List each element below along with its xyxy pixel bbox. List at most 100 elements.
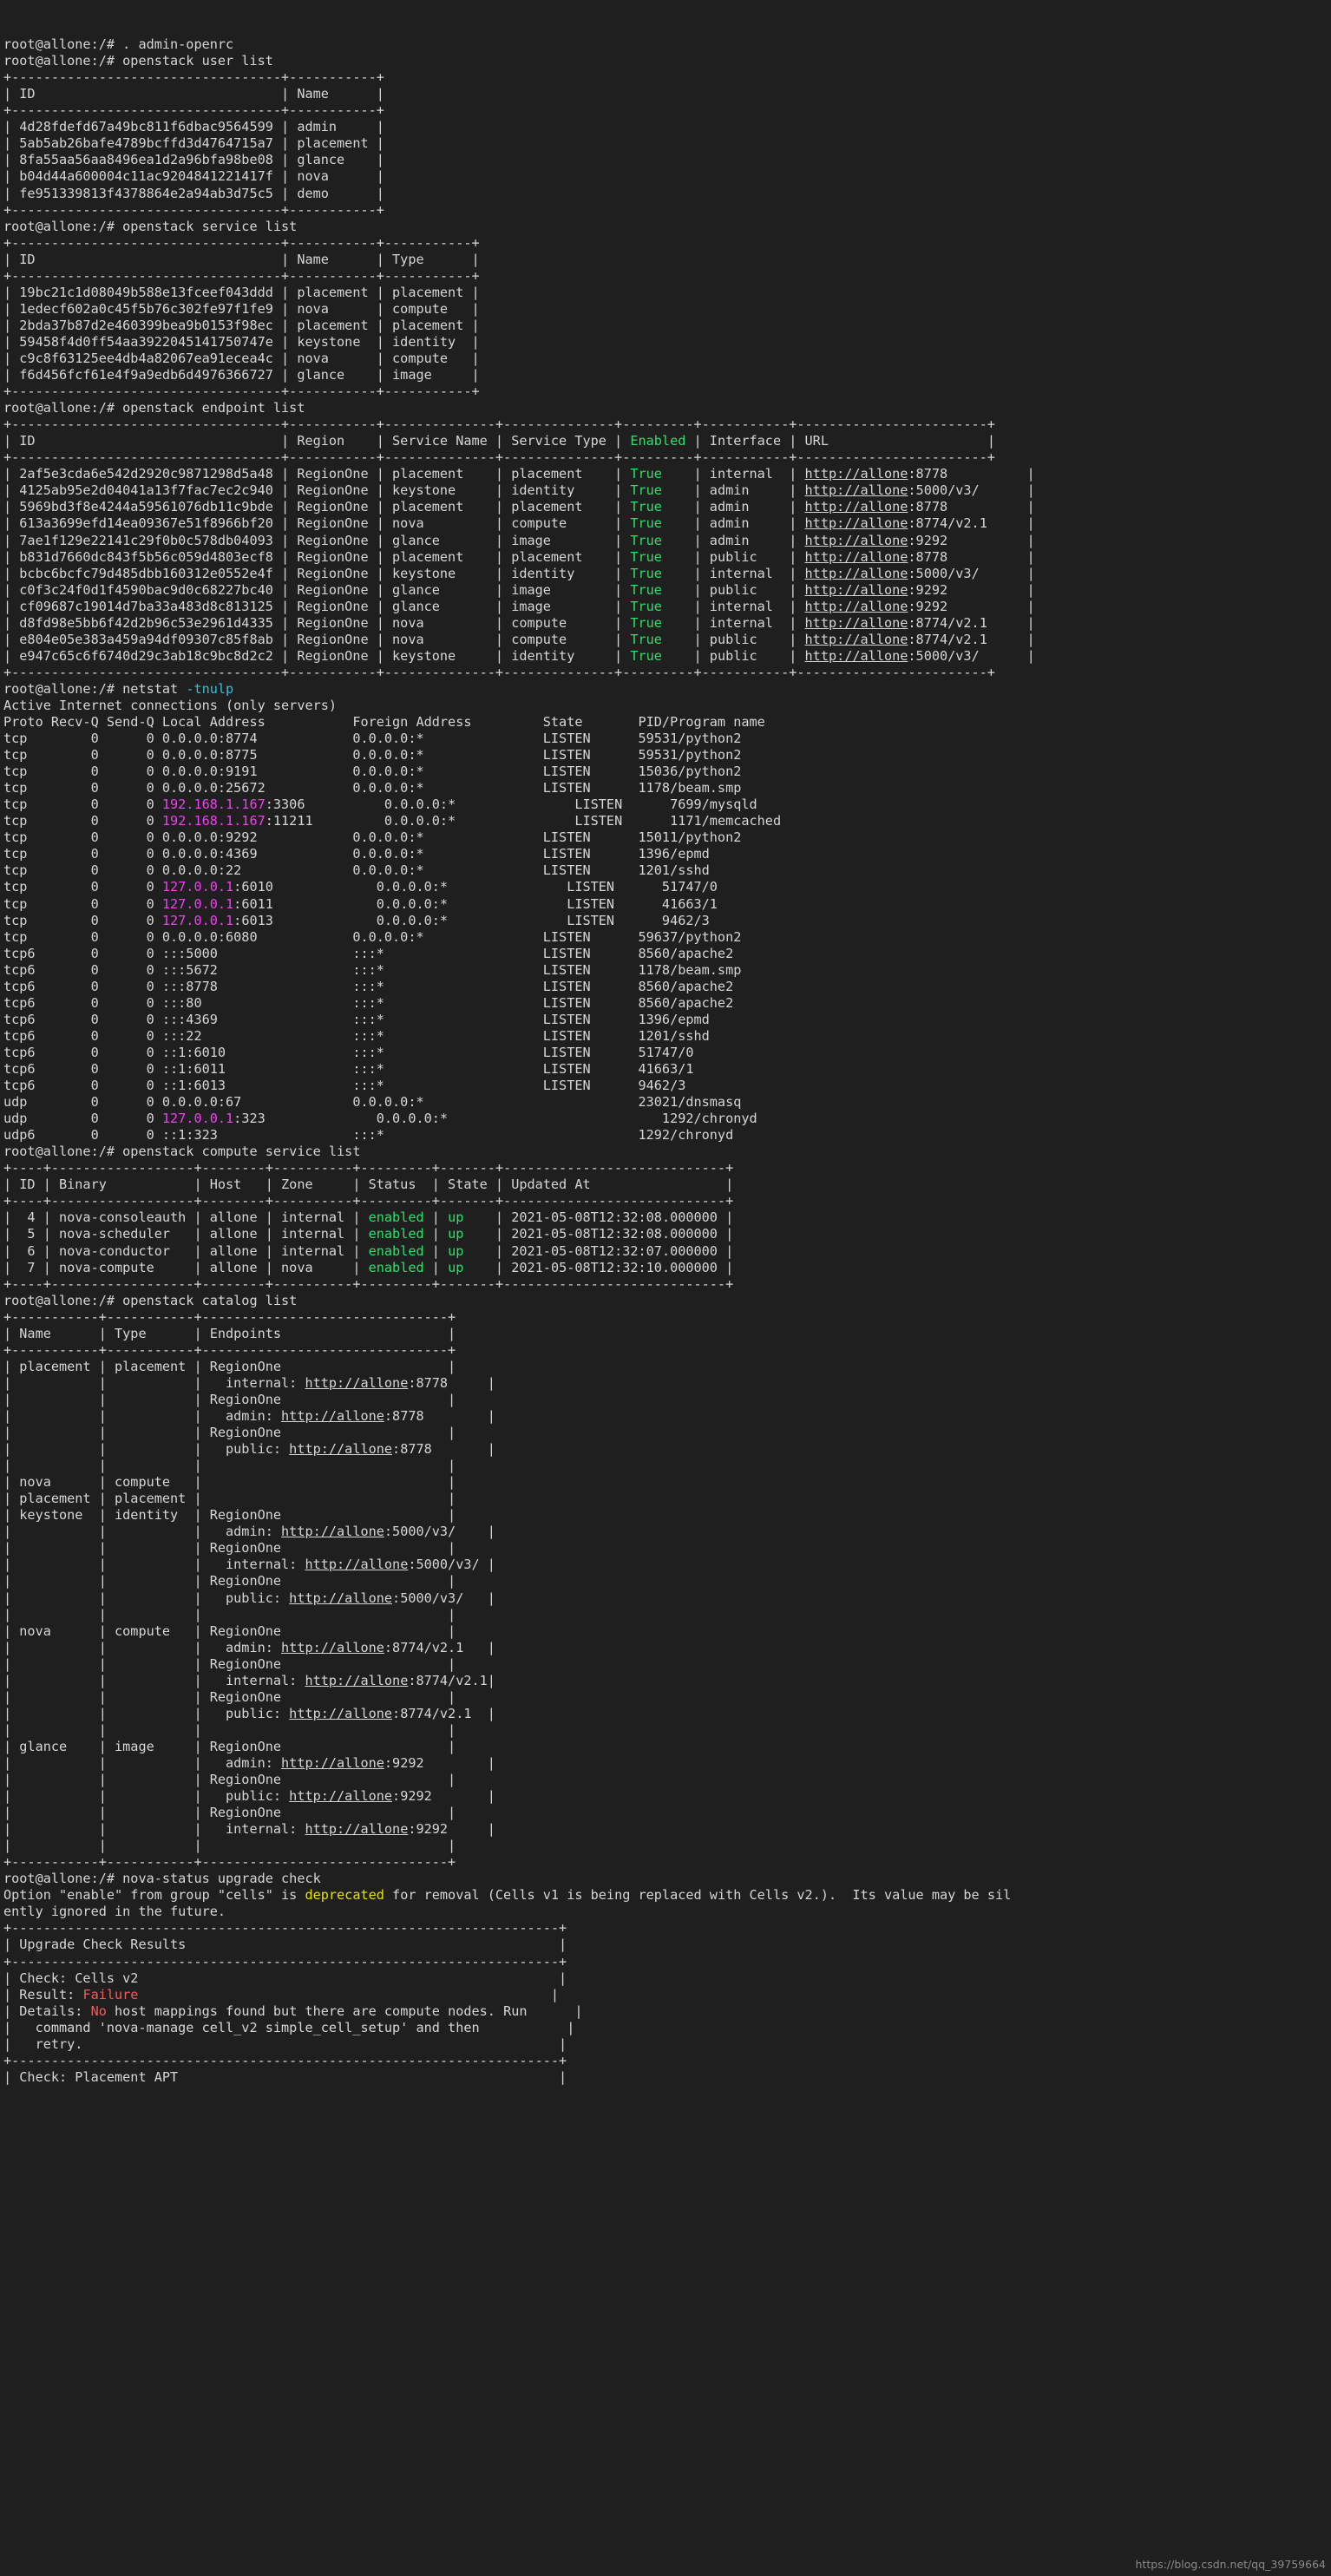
terminal-text: tcp 0 0 0.0.0.0:8774 0.0.0.0:* LISTEN 59… [3, 731, 742, 747]
terminal-text: | 59458f4d0ff54aa3922045141750747e | key… [3, 333, 480, 350]
terminal-text: tcp6 0 0 :::5000 :::* LISTEN 8560/apache… [3, 945, 734, 961]
endpoint-url[interactable]: http://allone [281, 1408, 384, 1424]
terminal-line: root@allone:/# openstack catalog list [3, 1293, 1331, 1309]
terminal-text: root@allone:/# [3, 680, 123, 697]
endpoint-url[interactable]: http://allone [805, 566, 908, 581]
endpoint-url[interactable]: http://allone [289, 1441, 392, 1457]
endpoint-url[interactable]: http://allone [805, 499, 908, 515]
terminal-text: | | | public: [3, 1788, 290, 1805]
terminal-line: | c9c8f63125ee4db4a82067ea91ecea4c | nov… [3, 351, 1331, 367]
terminal-line: | 1edecf602a0c45f5b76c302fe97f1fe9 | nov… [3, 301, 1331, 318]
terminal-text: | 6 | nova-conductor | allone | internal… [3, 1242, 369, 1259]
terminal-text: Option "enable" from group "cells" is [3, 1887, 305, 1904]
endpoint-url[interactable]: http://allone [289, 1590, 392, 1606]
terminal-line: +----+------------------+--------+------… [3, 1193, 1331, 1209]
terminal-line: | | | public: http://allone:5000/v3/ | [3, 1590, 1331, 1607]
terminal-text: :8774/v2.1 | [384, 1639, 495, 1655]
terminal-line: tcp 0 0 0.0.0.0:6080 0.0.0.0:* LISTEN 59… [3, 929, 1331, 946]
endpoint-url[interactable]: http://allone [805, 482, 908, 498]
terminal-line: | | | | [3, 1722, 1331, 1739]
terminal-line: | 7ae1f129e22141c29f0b0c578db04093 | Reg… [3, 533, 1331, 549]
terminal-line: tcp6 0 0 :::22 :::* LISTEN 1201/sshd [3, 1028, 1331, 1045]
terminal-text: | [423, 1259, 449, 1275]
terminal-text: 127.0.0.1 [161, 1111, 234, 1127]
terminal-text: +---------------------------------------… [3, 2052, 567, 2068]
terminal-line: tcp 0 0 0.0.0.0:25672 0.0.0.0:* LISTEN 1… [3, 780, 1331, 796]
endpoint-url[interactable]: http://allone [805, 533, 908, 548]
terminal-text: | | | public: [3, 1590, 290, 1606]
endpoint-url[interactable]: http://allone [805, 515, 908, 531]
terminal-line: +----------------------------------+----… [3, 202, 1331, 219]
endpoint-url[interactable]: http://allone [281, 1755, 384, 1771]
terminal-text: +-----------+-----------+---------------… [3, 1308, 456, 1325]
terminal-line: +---------------------------------------… [3, 1954, 1331, 1970]
terminal-line: | retry. | [3, 2036, 1331, 2053]
terminal-text: :323 0.0.0.0:* 1292/chronyd [233, 1111, 757, 1127]
endpoint-url[interactable]: http://allone [805, 632, 908, 647]
terminal-text: | public | [661, 581, 805, 598]
terminal-line: | Check: Cells v2 | [3, 1970, 1331, 1987]
terminal-line: | 5969bd3f8e4244a59561076db11c9bde | Reg… [3, 499, 1331, 515]
terminal-line: | | | RegionOne | [3, 1689, 1331, 1706]
terminal-text: nova-status upgrade check [122, 1871, 321, 1887]
endpoint-url[interactable]: http://allone [305, 1673, 408, 1688]
terminal-text: | admin | [661, 499, 805, 515]
terminal-text: | admin | [661, 515, 805, 532]
terminal-line: | e804e05e383a459a94df09307c85f8ab | Reg… [3, 632, 1331, 648]
terminal-line: +----------------------------------+----… [3, 383, 1331, 400]
terminal-text: -tnulp [186, 680, 234, 697]
terminal-text: up [448, 1242, 464, 1259]
terminal-text: | 2af5e3cda6e542d2920c9871298d5a48 | Reg… [3, 466, 631, 482]
endpoint-url[interactable]: http://allone [289, 1788, 392, 1804]
terminal-text: :8774/v2.1 [908, 515, 987, 532]
terminal-text: 127.0.0.1 [161, 912, 234, 928]
terminal-text: | | | internal: [3, 1821, 305, 1838]
terminal-line: Proto Recv-Q Send-Q Local Address Foreig… [3, 714, 1331, 731]
terminal-text: True [630, 548, 662, 565]
terminal-text: | 4125ab95e2d04041a13f7fac7ec2c940 | Reg… [3, 482, 631, 499]
endpoint-url[interactable]: http://allone [305, 1557, 408, 1572]
terminal-text: up [448, 1209, 464, 1226]
terminal-text: :8774/v2.1| [408, 1672, 495, 1688]
terminal-line: root@allone:/# netstat -tnulp [3, 681, 1331, 698]
terminal-text: | Check: Cells v2 | [3, 1970, 567, 1986]
terminal-text: | nova | compute | | [3, 1474, 456, 1491]
terminal-text: No [90, 2002, 107, 2019]
endpoint-url[interactable]: http://allone [289, 1706, 392, 1721]
terminal-text: | public | [661, 548, 805, 565]
terminal-text: | retry. | [3, 2035, 567, 2052]
terminal-text: udp 0 0 0.0.0.0:67 0.0.0.0:* 23021/dnsma… [3, 1094, 742, 1111]
terminal-text: | [979, 647, 1035, 664]
terminal-text: | 2021-05-08T12:32:08.000000 | [463, 1209, 734, 1226]
terminal-text: | | | | [3, 1458, 456, 1474]
terminal-text: | admin | [661, 482, 805, 499]
terminal-text: | b831d7660dc843f5b56c059d4803ecf8 | Reg… [3, 548, 631, 565]
endpoint-url[interactable]: http://allone [305, 1821, 408, 1837]
endpoint-url[interactable]: http://allone [805, 582, 908, 598]
terminal-text: | Details: [3, 2002, 91, 2019]
endpoint-url[interactable]: http://allone [805, 599, 908, 614]
endpoint-url[interactable]: http://allone [305, 1375, 408, 1391]
terminal-text: 192.168.1.167 [161, 796, 266, 813]
terminal-text: +----------------------------------+----… [3, 664, 995, 680]
terminal-line: | ID | Region | Service Name | Service T… [3, 433, 1331, 449]
terminal-text: tcp6 0 0 :::22 :::* LISTEN 1201/sshd [3, 1027, 710, 1044]
endpoint-url[interactable]: http://allone [805, 615, 908, 631]
terminal-text: host mappings found but there are comput… [106, 2002, 583, 2019]
terminal-text: True [630, 631, 662, 647]
terminal-window[interactable]: root@allone:/# . admin-openrc root@allone… [0, 0, 1331, 2576]
terminal-text: :8774/v2.1 [908, 614, 987, 631]
terminal-text: | d8fd98e5bb6f42d2b96c53e2961d4335 | Reg… [3, 614, 631, 631]
endpoint-url[interactable]: http://allone [805, 549, 908, 565]
terminal-text: | [423, 1226, 449, 1242]
endpoint-url[interactable]: http://allone [281, 1524, 384, 1539]
terminal-text: root@allone:/# [3, 1871, 123, 1887]
watermark-text: https://blog.csdn.net/qq_39759664 [1135, 2558, 1326, 2571]
endpoint-url[interactable]: http://allone [281, 1640, 384, 1655]
endpoint-url[interactable]: http://allone [805, 648, 908, 664]
endpoint-url[interactable]: http://allone [805, 466, 908, 482]
terminal-text: True [630, 515, 662, 532]
terminal-line: | 2bda37b87d2e460399bea9b0153f98ec | pla… [3, 318, 1331, 334]
terminal-text: | 8fa55aa56aa8496ea1d2a96bfa98be08 | gla… [3, 152, 384, 168]
terminal-text: :9292 [908, 598, 948, 614]
